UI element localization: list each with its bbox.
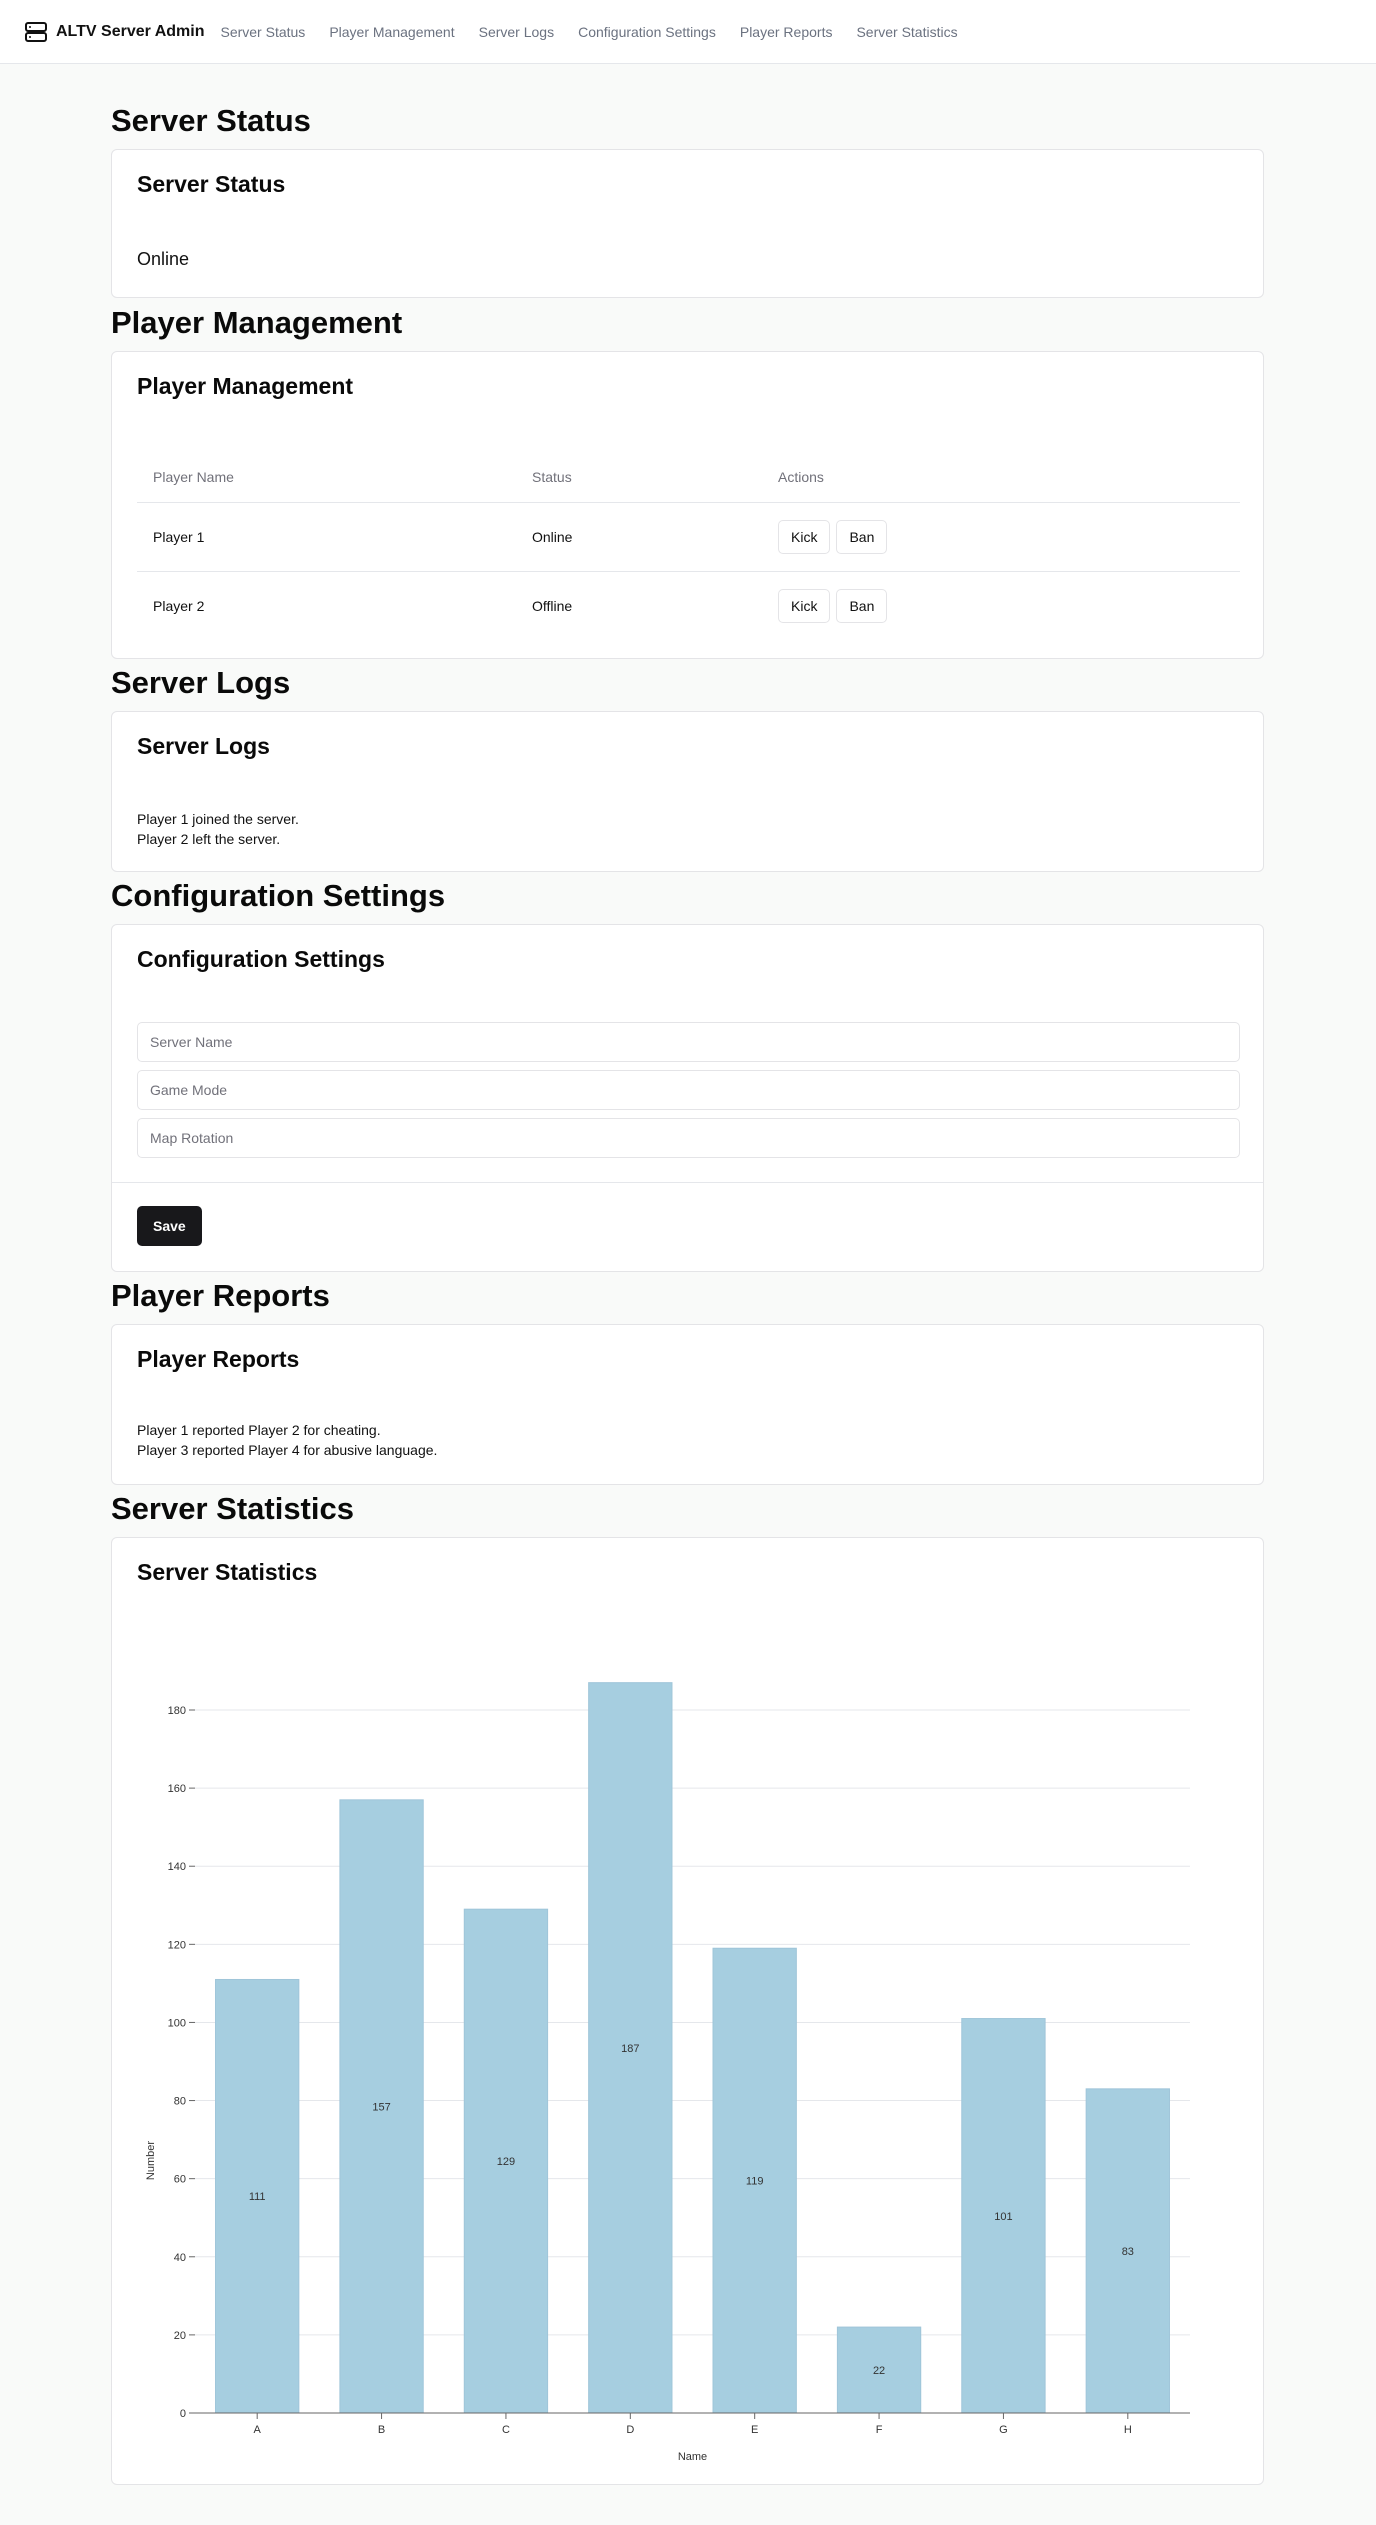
player-actions: Kick Ban — [762, 571, 1240, 640]
card-title: Configuration Settings — [137, 946, 385, 972]
player-management-card: Player Management Player Name Status Act… — [111, 351, 1264, 659]
table-row: Player 2 Offline Kick Ban — [137, 571, 1240, 640]
x-tick-label: H — [1124, 2424, 1132, 2436]
card-title: Player Reports — [137, 1346, 300, 1372]
bar-data-label: 22 — [873, 2365, 885, 2377]
y-tick-label: 140 — [168, 1861, 186, 1873]
player-actions: Kick Ban — [762, 502, 1240, 572]
y-tick-label: 20 — [174, 2330, 186, 2342]
player-status: Offline — [532, 597, 573, 614]
report-line: Player 1 reported Player 2 for cheating. — [137, 1422, 381, 1438]
configuration-card: Configuration Settings Save — [111, 924, 1264, 1272]
column-header-player-name: Player Name — [137, 452, 516, 503]
section-heading-server-logs: Server Logs — [111, 665, 291, 700]
player-name: Player 1 — [137, 502, 516, 572]
bar-data-label: 187 — [621, 2043, 639, 2055]
x-tick-label: F — [876, 2424, 883, 2436]
player-reports-list: Player 1 reported Player 2 for cheating.… — [137, 1420, 437, 1460]
card-footer-divider — [112, 1182, 1263, 1183]
card-title: Server Logs — [137, 733, 270, 759]
y-tick-label: 160 — [168, 1783, 186, 1795]
server-status-card: Server Status Online — [111, 149, 1264, 298]
table-header-row: Player Name Status Actions — [137, 452, 1240, 503]
x-tick-label: B — [378, 2424, 385, 2436]
x-tick-label: G — [999, 2424, 1008, 2436]
bar-data-label: 157 — [372, 2101, 390, 2113]
nav-link-server-status[interactable]: Server Status — [220, 24, 305, 40]
log-line: Player 1 joined the server. — [137, 811, 299, 827]
section-heading-server-status: Server Status — [111, 103, 311, 138]
server-status-value: Online — [137, 249, 190, 269]
y-tick-label: 60 — [174, 2174, 186, 2186]
save-button[interactable]: Save — [137, 1206, 202, 1246]
y-tick-label: 0 — [180, 2408, 186, 2420]
x-tick-label: E — [751, 2424, 758, 2436]
bar-data-label: 111 — [249, 2191, 266, 2203]
server-statistics-bar-chart: 0 20 40 60 80 100 120 140 160 180 111 A 157 B 129 C 187 D… — [145, 1682, 1190, 2463]
y-tick-label: 180 — [168, 1705, 186, 1717]
bar-data-label: 119 — [746, 2176, 764, 2188]
player-status: Online — [516, 502, 762, 572]
bar-data-label: 83 — [1122, 2246, 1134, 2258]
y-tick-label: 80 — [174, 2096, 186, 2108]
report-line: Player 3 reported Player 4 for abusive l… — [137, 1442, 438, 1458]
nav-links: Server Status Player Management Server L… — [220, 24, 981, 40]
player-name: Player 2 — [153, 597, 205, 614]
server-logs-card: Server Logs Player 1 joined the server. … — [111, 711, 1264, 872]
players-table: Player Name Status Actions Player 1 Onli… — [137, 452, 1240, 640]
server-icon — [24, 20, 48, 44]
table-row: Player 1 Online Kick Ban — [137, 502, 1240, 572]
nav-link-player-management[interactable]: Player Management — [329, 24, 454, 40]
section-heading-player-reports: Player Reports — [111, 1278, 330, 1313]
server-statistics-card: Server Statistics 0 20 40 60 80 100 120 140 160 1… — [111, 1537, 1264, 2485]
bar-data-label: 101 — [994, 2211, 1012, 2223]
section-heading-configuration-settings: Configuration Settings — [111, 878, 446, 913]
y-axis-title: Number — [145, 2141, 157, 2180]
column-header-status: Status — [516, 452, 762, 503]
game-mode-input[interactable] — [137, 1070, 1240, 1110]
server-name-input[interactable] — [137, 1022, 1240, 1062]
server-logs-list: Player 1 joined the server. Player 2 lef… — [137, 809, 299, 849]
column-header-actions: Actions — [762, 452, 1240, 503]
ban-button[interactable]: Ban — [836, 519, 888, 554]
nav-link-player-reports[interactable]: Player Reports — [740, 24, 833, 40]
x-axis-title: Name — [678, 2451, 707, 2463]
brand[interactable]: ALTV Server Admin — [24, 20, 204, 44]
card-title: Server Status — [137, 171, 286, 197]
player-reports-card: Player Reports Player 1 reported Player … — [111, 1324, 1264, 1485]
x-tick-label: D — [626, 2424, 634, 2436]
y-tick-label: 120 — [168, 1939, 186, 1951]
brand-title: ALTV Server Admin — [56, 22, 205, 40]
y-tick-label: 40 — [174, 2252, 186, 2264]
nav-link-configuration-settings[interactable]: Configuration Settings — [578, 24, 716, 40]
section-heading-server-statistics: Server Statistics — [111, 1491, 354, 1526]
bar-data-label: 129 — [497, 2156, 515, 2168]
card-title: Player Management — [137, 373, 354, 399]
log-line: Player 2 left the server. — [137, 831, 281, 847]
nav-link-server-logs[interactable]: Server Logs — [479, 24, 554, 40]
y-tick-label: 100 — [168, 2017, 186, 2029]
map-rotation-input[interactable] — [137, 1118, 1240, 1158]
kick-button[interactable]: Kick — [778, 519, 831, 554]
ban-button[interactable]: Ban — [836, 588, 888, 623]
section-heading-player-management: Player Management — [111, 305, 403, 340]
nav-link-server-statistics[interactable]: Server Statistics — [856, 24, 957, 40]
kick-button[interactable]: Kick — [778, 588, 831, 623]
x-tick-label: A — [254, 2424, 262, 2436]
x-tick-label: C — [502, 2424, 510, 2436]
top-navbar: ALTV Server Admin Server Status Player M… — [0, 0, 1376, 64]
